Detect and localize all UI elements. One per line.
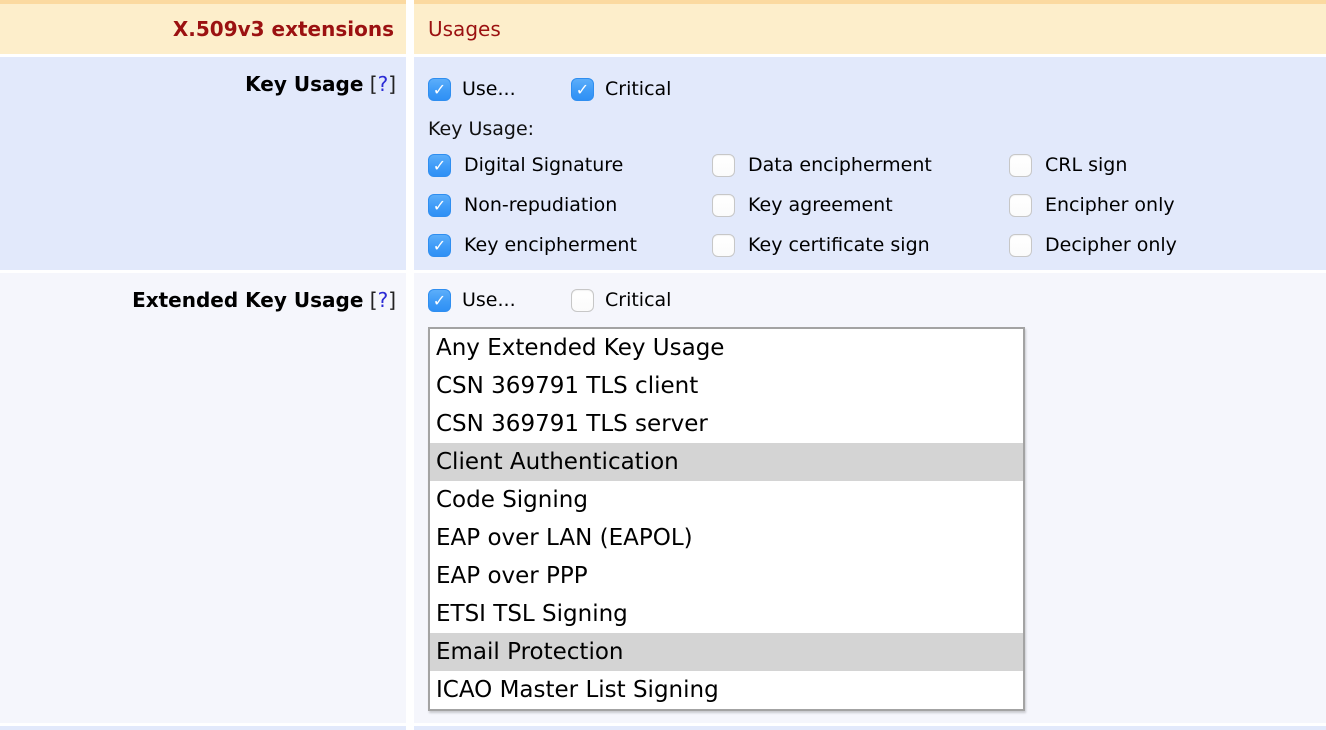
- key-usage-option[interactable]: Decipher only: [1009, 225, 1326, 265]
- key-usage-group-label: Key Usage:: [428, 118, 1326, 142]
- checkbox-icon[interactable]: [1009, 154, 1032, 177]
- key-usage-help-link[interactable]: ?: [378, 72, 389, 96]
- checkbox-icon[interactable]: ✓: [428, 234, 451, 257]
- extended-key-usage-listbox[interactable]: Any Extended Key UsageCSN 369791 TLS cli…: [428, 327, 1025, 711]
- checkbox-label: Key certificate sign: [748, 234, 930, 256]
- checkbox-label: Key encipherment: [464, 234, 637, 256]
- checkbox-label: CRL sign: [1045, 154, 1127, 176]
- extended-key-usage-label: Extended Key Usage: [132, 288, 363, 312]
- key-usage-critical-toggle[interactable]: ✓ Critical: [571, 78, 671, 101]
- list-option[interactable]: Client Authentication: [430, 443, 1023, 481]
- key-usage-row: Key Usage [?] ✓ Use... ✓ Critical Key Us…: [0, 57, 1326, 270]
- checkbox-label: Key agreement: [748, 194, 893, 216]
- list-option[interactable]: CSN 369791 TLS client: [430, 367, 1023, 405]
- help-bracket-close: ]: [388, 72, 396, 96]
- checkbox-label: Decipher only: [1045, 234, 1177, 256]
- checkbox-label: Digital Signature: [464, 154, 623, 176]
- help-bracket-open: [: [370, 288, 378, 312]
- key-usage-option[interactable]: ✓ Non-repudiation: [428, 185, 712, 225]
- list-option[interactable]: Any Extended Key Usage: [430, 329, 1023, 367]
- extended-key-usage-toggle-row: ✓ Use... Critical: [428, 288, 1326, 312]
- critical-checkbox-icon[interactable]: ✓: [571, 78, 594, 101]
- key-usage-option[interactable]: Data encipherment: [712, 145, 1009, 185]
- key-usage-options: ✓ Digital Signature Data encipherment CRL s…: [428, 145, 1326, 265]
- list-option[interactable]: EAP over LAN (EAPOL): [430, 519, 1023, 557]
- checkbox-label: Encipher only: [1045, 194, 1175, 216]
- help-bracket-open: [: [370, 72, 378, 96]
- bottom-row-fragment: [0, 726, 1326, 730]
- key-usage-option[interactable]: CRL sign: [1009, 145, 1326, 185]
- list-option[interactable]: ICAO Master List Signing: [430, 671, 1023, 709]
- use-checkbox-label: Use...: [462, 289, 516, 311]
- list-option[interactable]: EAP over PPP: [430, 557, 1023, 595]
- checkbox-icon[interactable]: ✓: [428, 154, 451, 177]
- x509-extensions-form: X.509v3 extensions Usages Key Usage [?] …: [0, 0, 1326, 730]
- bottom-row-fragment-right: [414, 726, 1326, 730]
- list-option[interactable]: CSN 369791 TLS server: [430, 405, 1023, 443]
- key-usage-toggle-row: ✓ Use... ✓ Critical: [428, 77, 1326, 101]
- checkbox-icon[interactable]: [712, 154, 735, 177]
- checkbox-icon[interactable]: [712, 234, 735, 257]
- use-checkbox-icon[interactable]: ✓: [428, 78, 451, 101]
- extended-key-usage-label-cell: Extended Key Usage [?]: [0, 273, 406, 723]
- critical-checkbox-icon[interactable]: [571, 289, 594, 312]
- extended-key-usage-content-cell: ✓ Use... Critical Any Extended Key Usage…: [414, 273, 1326, 723]
- key-usage-label: Key Usage: [245, 72, 363, 96]
- use-checkbox-label: Use...: [462, 78, 516, 100]
- extended-key-usage-critical-toggle[interactable]: Critical: [571, 289, 671, 312]
- extended-key-usage-help-link[interactable]: ?: [378, 288, 389, 312]
- checkbox-icon[interactable]: [1009, 194, 1032, 217]
- section-title: X.509v3 extensions: [0, 4, 406, 54]
- critical-checkbox-label: Critical: [605, 289, 671, 311]
- checkbox-icon[interactable]: [1009, 234, 1032, 257]
- key-usage-label-cell: Key Usage [?]: [0, 57, 406, 270]
- checkbox-icon[interactable]: ✓: [428, 194, 451, 217]
- critical-checkbox-label: Critical: [605, 78, 671, 100]
- bottom-row-fragment-left: [0, 726, 406, 730]
- use-checkbox-icon[interactable]: ✓: [428, 289, 451, 312]
- checkbox-label: Data encipherment: [748, 154, 932, 176]
- key-usage-option[interactable]: ✓ Key encipherment: [428, 225, 712, 265]
- list-option[interactable]: ETSI TSL Signing: [430, 595, 1023, 633]
- key-usage-option[interactable]: Encipher only: [1009, 185, 1326, 225]
- key-usage-option[interactable]: Key certificate sign: [712, 225, 1009, 265]
- key-usage-option[interactable]: Key agreement: [712, 185, 1009, 225]
- extended-key-usage-use-toggle[interactable]: ✓ Use...: [428, 289, 571, 312]
- list-option[interactable]: Email Protection: [430, 633, 1023, 671]
- checkbox-icon[interactable]: [712, 194, 735, 217]
- key-usage-content-cell: ✓ Use... ✓ Critical Key Usage: ✓ Digital …: [414, 57, 1326, 270]
- key-usage-option[interactable]: ✓ Digital Signature: [428, 145, 712, 185]
- help-bracket-close: ]: [388, 288, 396, 312]
- checkbox-label: Non-repudiation: [464, 194, 617, 216]
- list-option[interactable]: Code Signing: [430, 481, 1023, 519]
- section-header-row: X.509v3 extensions Usages: [0, 4, 1326, 54]
- key-usage-use-toggle[interactable]: ✓ Use...: [428, 78, 571, 101]
- extended-key-usage-row: Extended Key Usage [?] ✓ Use... Critical…: [0, 273, 1326, 723]
- usages-column-title: Usages: [414, 4, 1326, 54]
